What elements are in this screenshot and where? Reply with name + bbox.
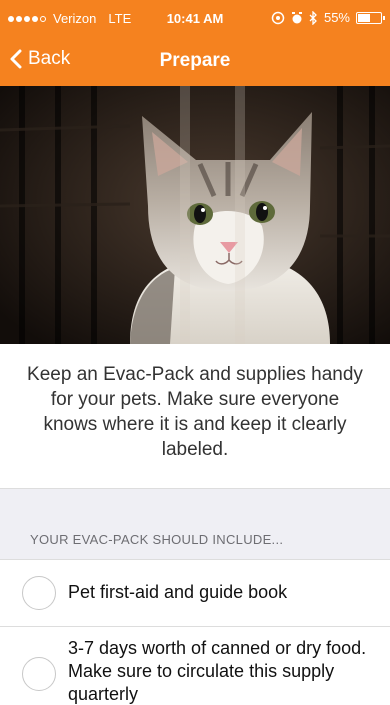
battery-percent: 55% [323,10,350,25]
kitten-photo [0,86,390,344]
page-title: Prepare [159,50,231,71]
status-bar: Verizon LTE 10:41 AM 55% [0,0,390,36]
location-icon [271,11,285,24]
section-header-label: YOUR EVAC-PACK SHOULD INCLUDE... [30,532,284,547]
checklist-item-label: Pet first-aid and guide book [68,582,288,602]
checklist-item[interactable]: Pet first-aid and guide book [0,560,390,627]
checklist-item[interactable]: 3-7 days worth of canned or dry food. Ma… [0,627,390,705]
navigation-bar: Back Prepare [0,36,390,86]
alarm-icon [291,11,302,23]
hero-kitten-image [0,86,390,344]
checkbox-circle-icon[interactable] [22,657,56,691]
bluetooth-icon [309,10,317,25]
checklist-item-label: 3-7 days worth of canned or dry food. Ma… [68,638,367,704]
section-header: YOUR EVAC-PACK SHOULD INCLUDE... [0,488,390,560]
battery-icon [356,11,385,24]
intro-text: Keep an Evac-Pack and supplies handy for… [27,364,363,460]
checkbox-circle-icon[interactable] [22,576,56,610]
